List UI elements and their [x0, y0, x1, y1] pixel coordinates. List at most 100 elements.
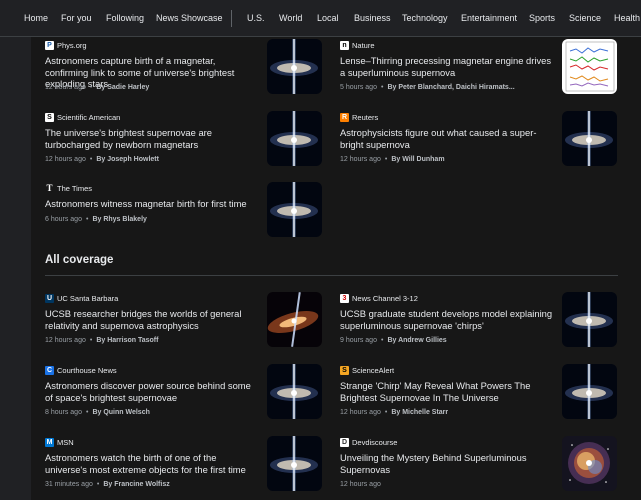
story-meta: 8 hours ago • By Quinn Welsch — [45, 409, 150, 416]
story-card[interactable]: n Nature Lense–Thirring precessing magne… — [340, 39, 630, 109]
source-name: Devdiscourse — [352, 437, 398, 447]
story-time: 9 hours ago — [340, 337, 377, 344]
story-source[interactable]: U UC Santa Barbara — [45, 292, 118, 304]
nav-world[interactable]: World — [279, 13, 302, 23]
story-headline[interactable]: Astrophysicists figure out what caused a… — [340, 127, 555, 150]
story-author: By Harrison Tasoff — [96, 337, 159, 344]
story-headline[interactable]: Astronomers witness magnetar birth for f… — [45, 198, 260, 210]
nav-for-you[interactable]: For you — [61, 13, 92, 23]
story-thumbnail[interactable] — [562, 39, 617, 94]
story-thumbnail[interactable] — [562, 364, 617, 419]
nav-local[interactable]: Local — [317, 13, 339, 23]
source-name: Scientific American — [57, 112, 121, 122]
source-name: Nature — [352, 40, 375, 50]
story-time: 8 hours ago — [45, 409, 82, 416]
story-source[interactable]: S Scientific American — [45, 111, 120, 123]
story-source[interactable]: T The Times — [45, 182, 92, 194]
story-time: 6 hours ago — [45, 216, 82, 223]
phys-org-icon: P — [45, 40, 54, 50]
source-name: The Times — [57, 183, 93, 193]
story-headline[interactable]: The universe's brightest supernovae are … — [45, 127, 260, 150]
story-thumbnail[interactable] — [267, 292, 322, 347]
nav-business[interactable]: Business — [354, 13, 391, 23]
nav-us[interactable]: U.S. — [247, 13, 265, 23]
story-author: By Rhys Blakely — [92, 216, 147, 223]
nav-sports[interactable]: Sports — [529, 13, 555, 23]
coverage-card[interactable]: S ScienceAlert Strange 'Chirp' May Revea… — [340, 364, 630, 434]
msn-icon: M — [45, 437, 54, 447]
coverage-card[interactable]: 3 News Channel 3-12 UCSB graduate studen… — [340, 292, 630, 362]
story-thumbnail[interactable] — [267, 182, 322, 237]
nature-icon: n — [340, 40, 349, 50]
coverage-card[interactable]: D Devdiscourse Unveiling the Mystery Beh… — [340, 436, 630, 500]
nav-technology[interactable]: Technology — [402, 13, 448, 23]
story-author: By Michelle Starr — [391, 409, 449, 416]
nav-entertainment[interactable]: Entertainment — [461, 13, 517, 23]
story-meta: 12 hours ago • By Harrison Tasoff — [45, 337, 159, 344]
nav-home[interactable]: Home — [24, 13, 48, 23]
nav-divider — [231, 10, 232, 27]
story-card[interactable]: R Reuters Astrophysicists figure out wha… — [340, 111, 630, 181]
story-source[interactable]: P Phys.org — [45, 39, 87, 51]
top-navigation: Home For you Following News Showcase U.S… — [0, 0, 641, 37]
story-source[interactable]: R Reuters — [340, 111, 378, 123]
story-headline[interactable]: Astronomers discover power source behind… — [45, 380, 260, 403]
source-name: Phys.org — [57, 40, 87, 50]
story-headline[interactable]: Strange 'Chirp' May Reveal What Powers T… — [340, 380, 555, 403]
sciencealert-icon: S — [340, 365, 349, 375]
story-headline[interactable]: UCSB researcher bridges the worlds of ge… — [45, 308, 260, 331]
story-time: 12 hours ago — [45, 84, 86, 91]
story-card[interactable]: T The Times Astronomers witness magnetar… — [45, 182, 335, 252]
story-author: By Peter Blanchard, Daichi Hiramats... — [387, 84, 515, 91]
story-thumbnail[interactable] — [267, 39, 322, 94]
nav-news-showcase[interactable]: News Showcase — [156, 13, 223, 23]
story-card[interactable]: P Phys.org Astronomers capture birth of … — [45, 39, 335, 109]
story-author: By Joseph Howlett — [96, 156, 159, 163]
story-headline[interactable]: Lense–Thirring precessing magnetar engin… — [340, 55, 555, 78]
story-meta: 12 hours ago — [340, 481, 381, 488]
scientific-american-icon: S — [45, 112, 54, 122]
story-author: By Quinn Welsch — [92, 409, 150, 416]
coverage-card[interactable]: U UC Santa Barbara UCSB researcher bridg… — [45, 292, 335, 362]
nav-following[interactable]: Following — [106, 13, 144, 23]
courthouse-news-icon: C — [45, 365, 54, 375]
story-thumbnail[interactable] — [267, 111, 322, 166]
story-source[interactable]: M MSN — [45, 436, 74, 448]
nav-health[interactable]: Health — [614, 13, 640, 23]
story-card[interactable]: S Scientific American The universe's bri… — [45, 111, 335, 181]
story-thumbnail[interactable] — [562, 436, 617, 491]
story-time: 12 hours ago — [45, 337, 86, 344]
story-meta: 31 minutes ago • By Francine Wolfisz — [45, 481, 170, 488]
section-title: All coverage — [45, 254, 114, 266]
news-channel-icon: 3 — [340, 293, 349, 303]
story-time: 31 minutes ago — [45, 481, 93, 488]
nav-science[interactable]: Science — [569, 13, 601, 23]
source-name: Courthouse News — [57, 365, 117, 375]
coverage-card[interactable]: C Courthouse News Astronomers discover p… — [45, 364, 335, 434]
story-thumbnail[interactable] — [267, 436, 322, 491]
story-author: By Sadie Harley — [96, 84, 150, 91]
uc-santa-barbara-icon: U — [45, 293, 54, 303]
story-meta: 5 hours ago • By Peter Blanchard, Daichi H… — [340, 84, 515, 91]
source-name: News Channel 3-12 — [352, 293, 418, 303]
story-thumbnail[interactable] — [562, 111, 617, 166]
story-meta: 9 hours ago • By Andrew Gillies — [340, 337, 447, 344]
story-source[interactable]: S ScienceAlert — [340, 364, 394, 376]
story-thumbnail[interactable] — [562, 292, 617, 347]
story-source[interactable]: C Courthouse News — [45, 364, 117, 376]
story-source[interactable]: 3 News Channel 3-12 — [340, 292, 418, 304]
story-meta: 6 hours ago • By Rhys Blakely — [45, 216, 147, 223]
story-headline[interactable]: Astronomers watch the birth of one of th… — [45, 452, 260, 475]
story-time: 5 hours ago — [340, 84, 377, 91]
story-time: 12 hours ago — [340, 481, 381, 488]
story-time: 12 hours ago — [45, 156, 86, 163]
story-author: By Francine Wolfisz — [103, 481, 170, 488]
story-headline[interactable]: UCSB graduate student develops model exp… — [340, 308, 555, 331]
story-author: By Andrew Gillies — [387, 337, 447, 344]
story-headline[interactable]: Unveiling the Mystery Behind Superlumino… — [340, 452, 555, 475]
story-thumbnail[interactable] — [267, 364, 322, 419]
coverage-card[interactable]: M MSN Astronomers watch the birth of one… — [45, 436, 335, 500]
story-source[interactable]: D Devdiscourse — [340, 436, 397, 448]
story-meta: 12 hours ago • By Michelle Starr — [340, 409, 449, 416]
story-source[interactable]: n Nature — [340, 39, 375, 51]
